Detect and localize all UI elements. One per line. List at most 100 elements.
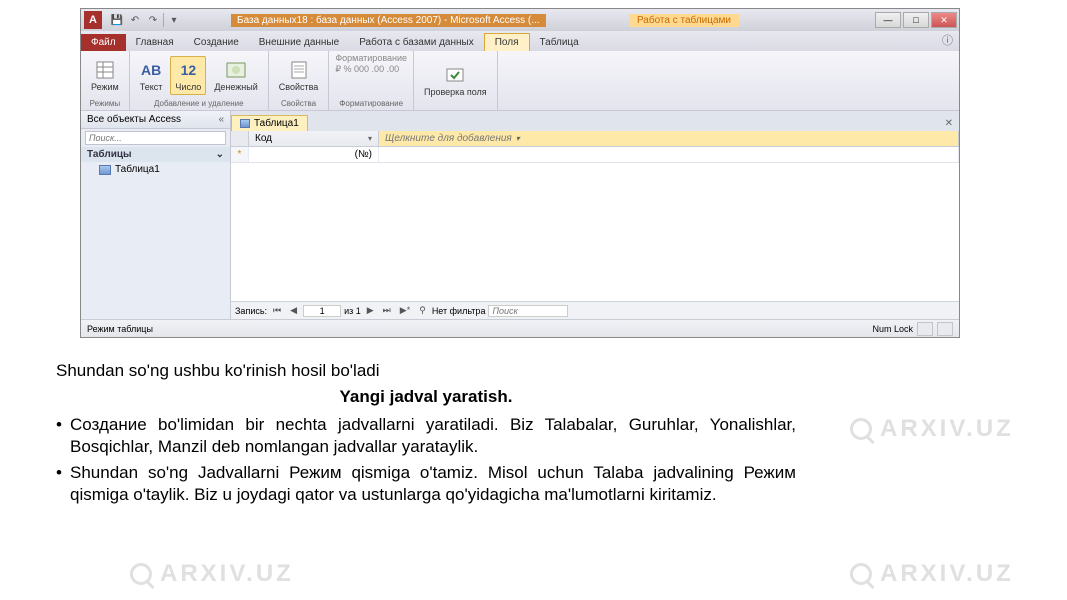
design-view-button[interactable] bbox=[937, 322, 953, 336]
column-header-add[interactable]: Щелкните для добавления ▾ bbox=[379, 131, 959, 146]
numlock-indicator: Num Lock bbox=[872, 324, 913, 334]
datasheet-view-icon bbox=[94, 59, 116, 81]
column-id-label: Код bbox=[255, 133, 272, 144]
doc-bullet-2-text: Shundan so'ng Jadvallarni Режим qismiga … bbox=[70, 462, 796, 506]
tab-create[interactable]: Создание bbox=[184, 34, 249, 51]
datasheet-view-button[interactable] bbox=[917, 322, 933, 336]
currency-field-label: Денежный bbox=[214, 82, 257, 92]
save-icon[interactable]: 💾 bbox=[109, 12, 125, 28]
doc-tab-label: Таблица1 bbox=[254, 118, 299, 129]
view-mode-label: Режим bbox=[91, 82, 119, 92]
filter-status-label: Нет фильтра bbox=[432, 306, 486, 316]
column-dropdown-icon[interactable]: ▾ bbox=[516, 134, 520, 143]
watermark: ARXIV.UZ bbox=[850, 415, 1014, 443]
field-validation-label: Проверка поля bbox=[424, 87, 487, 97]
record-position-input[interactable] bbox=[303, 305, 341, 317]
tab-database-tools[interactable]: Работа с базами данных bbox=[349, 34, 484, 51]
bullet-dot-icon: • bbox=[56, 414, 70, 458]
add-column-label: Щелкните для добавления bbox=[385, 133, 512, 144]
filter-icon[interactable]: ⚲ bbox=[416, 305, 429, 316]
qat-dropdown-icon[interactable]: ▾ bbox=[166, 12, 182, 28]
record-search-input[interactable] bbox=[488, 305, 568, 317]
document-text: Shundan so'ng ushbu ko'rinish hosil bo'l… bbox=[56, 360, 796, 511]
prev-record-button[interactable]: ◀ bbox=[287, 305, 300, 316]
nav-header[interactable]: Все объекты Access « bbox=[81, 111, 230, 129]
titlebar: A 💾 ↶ ↷ ▾ База данных18 : база данных (A… bbox=[81, 9, 959, 31]
ribbon-body: Режим Режимы AB Текст 12 Число bbox=[81, 51, 959, 111]
number-field-button[interactable]: 12 Число bbox=[170, 56, 206, 95]
ribbon-group-validation: Проверка поля bbox=[414, 51, 498, 110]
view-mode-button[interactable]: Режим bbox=[87, 57, 123, 94]
doc-bullet-2: • Shundan so'ng Jadvallarni Режим qismig… bbox=[56, 462, 796, 506]
nav-collapse-icon[interactable]: « bbox=[218, 114, 224, 125]
bullet-dot-icon: • bbox=[56, 462, 70, 506]
undo-icon[interactable]: ↶ bbox=[127, 12, 143, 28]
column-header-id[interactable]: Код ▾ bbox=[249, 131, 379, 146]
help-icon[interactable]: ⓘ bbox=[936, 29, 959, 51]
datasheet-header: Код ▾ Щелкните для добавления ▾ bbox=[231, 131, 959, 147]
nav-search-input[interactable] bbox=[85, 131, 226, 145]
doc-tab-table1[interactable]: Таблица1 bbox=[231, 115, 308, 131]
select-all-cell[interactable] bbox=[231, 131, 249, 146]
properties-button[interactable]: Свойства bbox=[275, 57, 323, 94]
currency-icon bbox=[225, 59, 247, 81]
nav-item-label: Таблица1 bbox=[115, 164, 160, 175]
doc-tab-close-icon[interactable]: ✕ bbox=[939, 116, 959, 131]
last-record-button[interactable]: ⏭ bbox=[380, 305, 394, 316]
ribbon-group-add-delete: AB Текст 12 Число Денежный Добавление и … bbox=[130, 51, 269, 110]
nav-search bbox=[85, 131, 226, 145]
doc-line-intro: Shundan so'ng ushbu ko'rinish hosil bo'l… bbox=[56, 360, 796, 382]
close-button[interactable]: ✕ bbox=[931, 12, 957, 28]
tab-fields[interactable]: Поля bbox=[484, 33, 530, 51]
nav-item-table1[interactable]: Таблица1 bbox=[81, 162, 230, 177]
watermark: ARXIV.UZ bbox=[850, 560, 1014, 588]
nav-group-tables[interactable]: Таблицы ⌄ bbox=[81, 147, 230, 162]
text-field-button[interactable]: AB Текст bbox=[136, 57, 167, 94]
table-icon bbox=[240, 119, 250, 128]
tab-external-data[interactable]: Внешние данные bbox=[249, 34, 349, 51]
number-field-label: Число bbox=[175, 82, 201, 92]
watermark: ARXIV.UZ bbox=[130, 560, 294, 588]
tab-file[interactable]: Файл bbox=[81, 34, 126, 51]
group-label-views: Режимы bbox=[87, 99, 123, 108]
text-field-label: Текст bbox=[140, 82, 163, 92]
properties-icon bbox=[288, 59, 310, 81]
context-tab-title: Работа с таблицами bbox=[629, 14, 739, 27]
group-label-formatting: Форматирование bbox=[335, 99, 407, 108]
record-of-label: из 1 bbox=[344, 306, 361, 316]
window-title: База данных18 : база данных (Access 2007… bbox=[231, 14, 546, 27]
currency-field-button[interactable]: Денежный bbox=[210, 57, 261, 94]
column-dropdown-icon[interactable]: ▾ bbox=[368, 134, 372, 143]
group-label-add-delete: Добавление и удаление bbox=[136, 99, 262, 108]
row-selector-new[interactable]: * bbox=[231, 147, 249, 162]
access-window: A 💾 ↶ ↷ ▾ База данных18 : база данных (A… bbox=[80, 8, 960, 338]
number-icon: 12 bbox=[177, 59, 199, 81]
nav-group-label: Таблицы bbox=[87, 149, 132, 160]
text-icon: AB bbox=[140, 59, 162, 81]
workspace: Все объекты Access « Таблицы ⌄ Таблица1 … bbox=[81, 111, 959, 319]
number-format-buttons[interactable]: ₽ % 000 .00 .00 bbox=[335, 64, 407, 75]
quick-access-toolbar: 💾 ↶ ↷ ▾ bbox=[105, 12, 186, 28]
redo-icon[interactable]: ↷ bbox=[145, 12, 161, 28]
field-validation-button[interactable]: Проверка поля bbox=[420, 62, 491, 99]
navigation-pane: Все объекты Access « Таблицы ⌄ Таблица1 bbox=[81, 111, 231, 319]
maximize-button[interactable]: □ bbox=[903, 12, 929, 28]
tab-home[interactable]: Главная bbox=[126, 34, 184, 51]
format-dropdown[interactable]: Форматирование bbox=[335, 53, 407, 63]
first-record-button[interactable]: ⏮ bbox=[270, 305, 284, 316]
ribbon-group-formatting: Форматирование ₽ % 000 .00 .00 Форматиро… bbox=[329, 51, 414, 110]
main-area: Таблица1 ✕ Код ▾ Щелкните для добавления… bbox=[231, 111, 959, 319]
new-record-button[interactable]: ▶* bbox=[397, 305, 413, 316]
app-icon[interactable]: A bbox=[84, 11, 102, 29]
cell-value-new[interactable] bbox=[379, 147, 959, 162]
minimize-button[interactable]: — bbox=[875, 12, 901, 28]
document-tabs: Таблица1 ✕ bbox=[231, 111, 959, 131]
datasheet-new-row[interactable]: * (№) bbox=[231, 147, 959, 163]
status-view-label: Режим таблицы bbox=[87, 324, 153, 334]
validation-icon bbox=[444, 64, 466, 86]
cell-id-new[interactable]: (№) bbox=[249, 147, 379, 162]
next-record-button[interactable]: ▶ bbox=[364, 305, 377, 316]
tab-table[interactable]: Таблица bbox=[530, 34, 589, 51]
separator bbox=[163, 13, 164, 27]
doc-bullet-1-text: Создание bo'limidan bir nechta jadvallar… bbox=[70, 414, 796, 458]
